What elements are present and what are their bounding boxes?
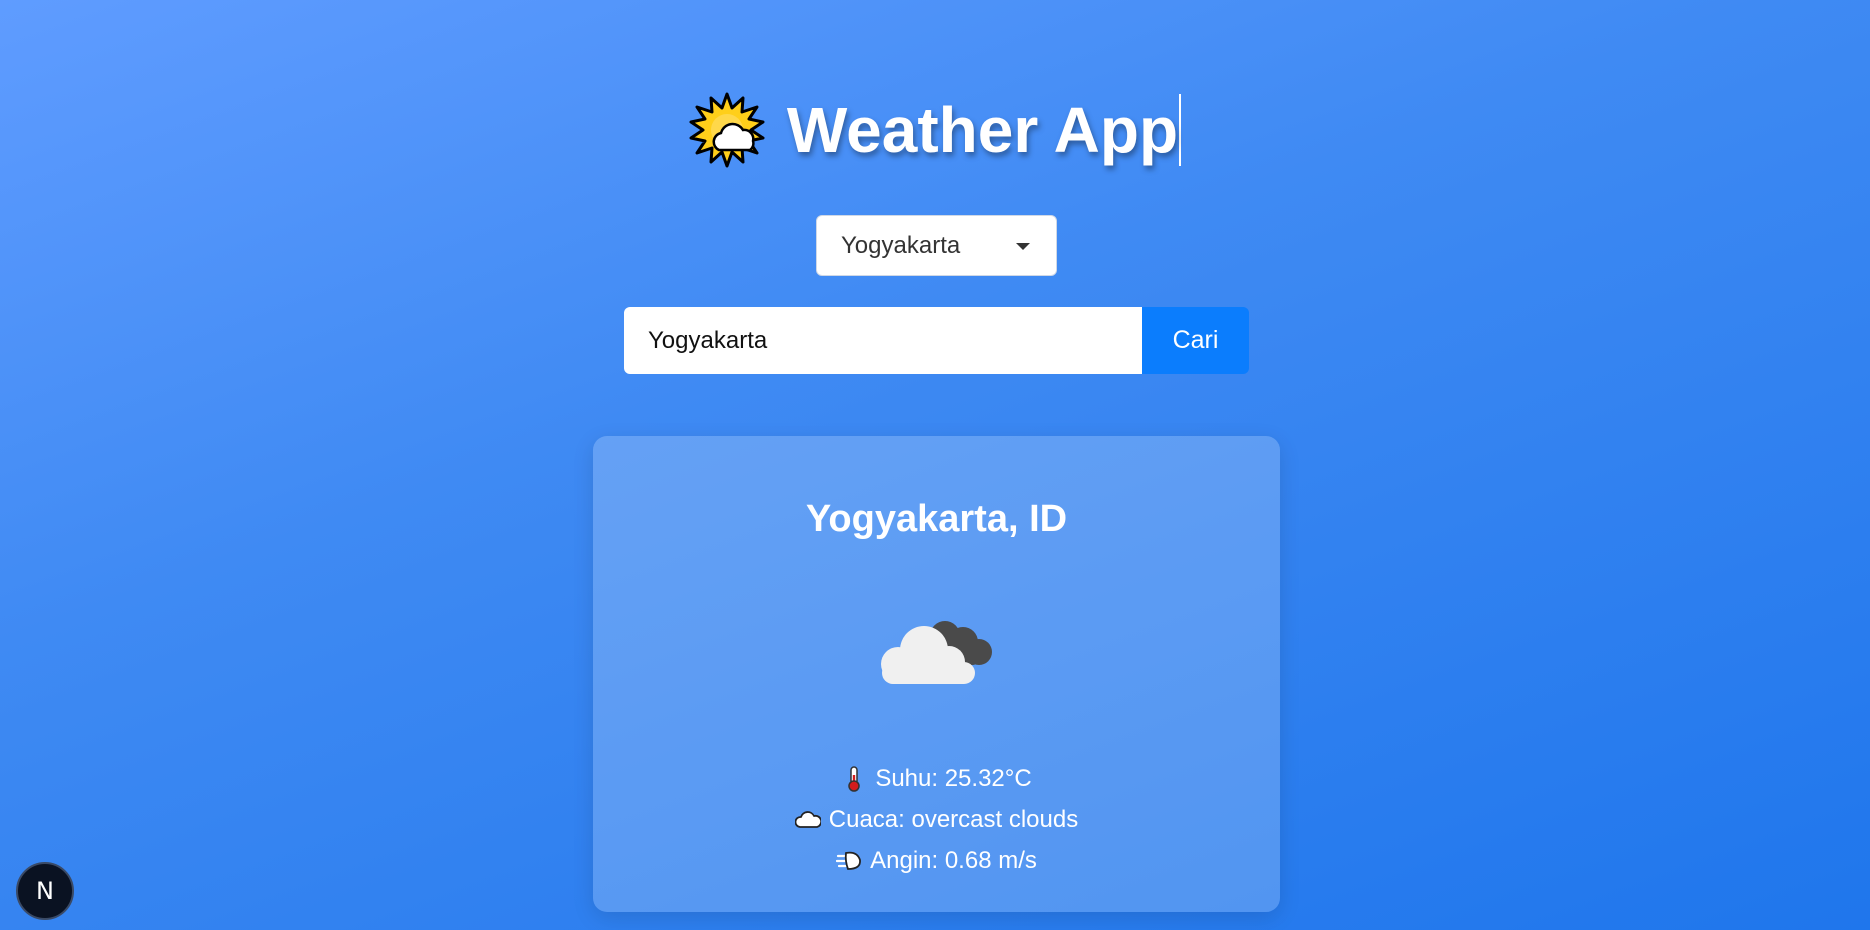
city-select-value: Yogyakarta xyxy=(841,231,961,259)
thermometer-icon xyxy=(848,765,861,792)
temperature-row: Suhu: 25.32°C xyxy=(593,758,1280,799)
search-form: Cari xyxy=(624,307,1249,374)
app-header: Weather App xyxy=(0,92,1870,168)
search-button[interactable]: Cari xyxy=(1142,307,1249,374)
wind-row: Angin: 0.68 m/s xyxy=(593,840,1280,881)
search-input[interactable] xyxy=(624,307,1142,374)
cloud-icon xyxy=(794,810,821,828)
condition-row: Cuaca: overcast clouds xyxy=(593,799,1280,840)
nextjs-badge[interactable]: N xyxy=(16,862,74,920)
chevron-down-icon xyxy=(1016,243,1030,250)
overcast-clouds-icon xyxy=(881,621,992,684)
wind-text: Angin: 0.68 m/s xyxy=(870,846,1037,874)
title-wrap: Weather App xyxy=(689,92,1182,168)
city-name: Yogyakarta, ID xyxy=(805,498,1068,540)
app-title: Weather App xyxy=(787,94,1182,166)
city-select[interactable]: Yogyakarta xyxy=(816,215,1057,276)
temperature-text: Suhu: 25.32°C xyxy=(875,764,1032,792)
condition-text: Cuaca: overcast clouds xyxy=(828,805,1079,833)
weather-card: Yogyakarta, ID Suhu: 25.32°C Cuaca: over… xyxy=(593,436,1280,912)
weather-details: Suhu: 25.32°C Cuaca: overcast clouds Ang… xyxy=(593,758,1280,881)
wind-face-icon xyxy=(836,851,862,870)
sun-behind-cloud-icon xyxy=(689,92,765,168)
nextjs-badge-label: N xyxy=(36,877,54,905)
